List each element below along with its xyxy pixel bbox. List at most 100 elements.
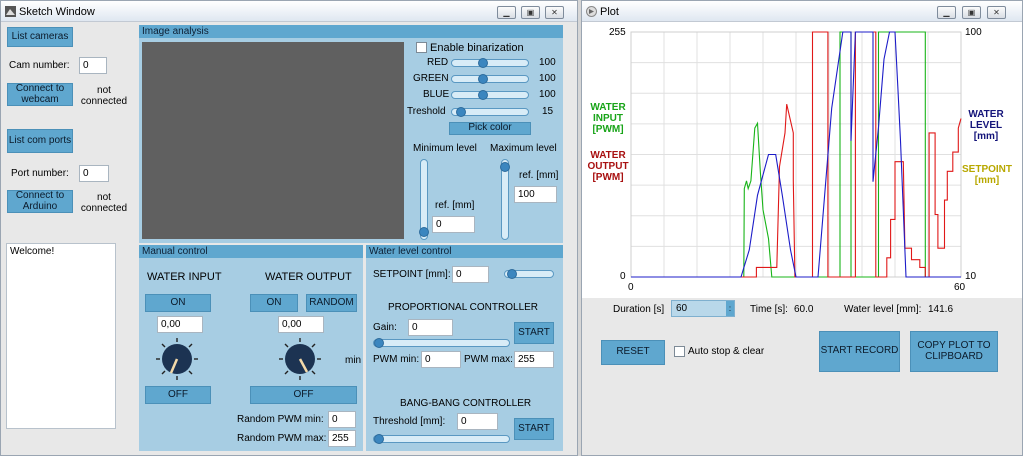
plot-titlebar[interactable]: Plot ▁ ▣ ✕ bbox=[582, 1, 1022, 22]
time-value: 60.0 bbox=[794, 304, 814, 315]
threshold-slider[interactable] bbox=[451, 107, 529, 117]
pwm-max-input[interactable]: 255 bbox=[514, 351, 554, 368]
red-slider-knob[interactable] bbox=[478, 58, 489, 68]
log-textarea[interactable]: Welcome! bbox=[6, 243, 116, 429]
gain-slider[interactable] bbox=[373, 338, 510, 348]
list-com-ports-button[interactable]: List com ports bbox=[7, 129, 73, 153]
water-output-knob[interactable] bbox=[278, 337, 322, 381]
bang-bang-start-button[interactable]: START bbox=[514, 418, 554, 440]
water-level-label: Water level [mm]: bbox=[844, 304, 922, 315]
gain-input[interactable]: 0 bbox=[408, 319, 453, 336]
red-value: 100 bbox=[539, 57, 556, 68]
manual-control-header: Manual control bbox=[139, 245, 363, 258]
copy-plot-button[interactable]: COPY PLOT TO CLIPBOARD bbox=[910, 331, 998, 372]
y-left-bottom-label: 0 bbox=[620, 271, 626, 282]
camera-preview bbox=[142, 42, 404, 239]
min-level-slider[interactable] bbox=[419, 159, 429, 240]
threshold-mm-slider[interactable] bbox=[373, 434, 510, 444]
water-level-value: 141.6 bbox=[928, 304, 954, 315]
proportional-controller-title: PROPORTIONAL CONTROLLER bbox=[388, 302, 539, 313]
x-left-label: 0 bbox=[628, 282, 634, 293]
bang-bang-controller-title: BANG-BANG CONTROLLER bbox=[400, 398, 532, 409]
duration-spin-icon[interactable]: : bbox=[726, 301, 734, 316]
ref-min-label: ref. [mm] bbox=[435, 200, 475, 211]
enable-binarization-label: Enable binarization bbox=[430, 42, 524, 54]
image-analysis-panel: Image analysis Enable binarization RED 1… bbox=[139, 25, 563, 243]
y-left-top-label: 255 bbox=[609, 27, 626, 38]
pick-color-button[interactable]: Pick color bbox=[449, 122, 531, 135]
random-pwm-max-input[interactable]: 255 bbox=[328, 430, 356, 447]
gain-slider-knob[interactable] bbox=[374, 338, 384, 348]
cam-number-label: Cam number: bbox=[9, 60, 70, 71]
blue-slider-knob[interactable] bbox=[478, 90, 489, 100]
minimize-button[interactable]: ▁ bbox=[497, 6, 516, 19]
start-record-button[interactable]: START RECORD bbox=[819, 331, 900, 372]
threshold-slider-knob[interactable] bbox=[455, 107, 466, 117]
water-output-label: WATER OUTPUT bbox=[265, 271, 352, 283]
water-input-on-button[interactable]: ON bbox=[145, 294, 211, 312]
green-value: 100 bbox=[539, 73, 556, 84]
random-pwm-min-label: Random PWM min: bbox=[237, 414, 324, 425]
manual-control-panel: Manual control WATER INPUT WATER OUTPUT … bbox=[139, 245, 363, 451]
green-slider[interactable] bbox=[451, 74, 529, 84]
sketch-titlebar[interactable]: Sketch Window ▁ ▣ ✕ bbox=[1, 1, 577, 22]
water-output-value[interactable]: 0,00 bbox=[278, 316, 324, 333]
plot-close-button[interactable]: ✕ bbox=[987, 6, 1006, 19]
cam-number-input[interactable]: 0 bbox=[79, 57, 107, 74]
setpoint-input[interactable]: 0 bbox=[452, 266, 489, 283]
app-icon bbox=[5, 6, 16, 17]
y-right-bottom-label: 10 bbox=[965, 271, 977, 282]
water-output-on-button[interactable]: ON bbox=[250, 294, 298, 312]
legend-water-level: WATER LEVEL [mm] bbox=[968, 109, 1004, 142]
connect-arduino-button[interactable]: Connect to Arduino bbox=[7, 190, 73, 213]
auto-stop-checkbox[interactable] bbox=[674, 346, 685, 357]
threshold-value: 15 bbox=[542, 106, 554, 117]
duration-field[interactable]: 60 : bbox=[671, 300, 735, 317]
close-button[interactable]: ✕ bbox=[545, 6, 564, 19]
green-slider-knob[interactable] bbox=[478, 74, 489, 84]
time-label: Time [s]: bbox=[750, 304, 788, 315]
blue-label: BLUE bbox=[423, 89, 450, 100]
arduino-status: not connected bbox=[80, 192, 128, 214]
y-right-top-label: 100 bbox=[965, 27, 982, 38]
red-slider[interactable] bbox=[451, 58, 529, 68]
water-input-off-button[interactable]: OFF bbox=[145, 386, 211, 404]
water-level-control-panel: Water level control SETPOINT [mm]: 0 PRO… bbox=[366, 245, 563, 451]
list-cameras-button[interactable]: List cameras bbox=[7, 27, 73, 47]
reset-button[interactable]: RESET bbox=[601, 340, 665, 365]
water-output-off-button[interactable]: OFF bbox=[250, 386, 357, 404]
duration-value: 60 bbox=[676, 303, 688, 314]
blue-slider[interactable] bbox=[451, 90, 529, 100]
enable-binarization-checkbox[interactable] bbox=[416, 42, 427, 53]
setpoint-slider[interactable] bbox=[504, 269, 554, 279]
threshold-mm-slider-knob[interactable] bbox=[374, 434, 384, 444]
ref-max-label: ref. [mm] bbox=[519, 170, 559, 181]
pwm-min-label: PWM min: bbox=[373, 354, 420, 365]
setpoint-slider-knob[interactable] bbox=[507, 269, 517, 279]
random-pwm-max-label: Random PWM max: bbox=[237, 433, 327, 444]
window-title: Sketch Window bbox=[19, 6, 95, 18]
plot-window-title: Plot bbox=[600, 6, 619, 18]
max-level-slider[interactable] bbox=[500, 159, 510, 240]
ref-max-input[interactable]: 100 bbox=[514, 186, 557, 203]
ref-min-input[interactable]: 0 bbox=[432, 216, 475, 233]
random-pwm-min-input[interactable]: 0 bbox=[328, 411, 356, 428]
plot-chart bbox=[630, 31, 962, 278]
maximize-button[interactable]: ▣ bbox=[521, 6, 540, 19]
connect-webcam-button[interactable]: Connect to webcam bbox=[7, 83, 73, 106]
water-input-knob[interactable] bbox=[155, 337, 199, 381]
proportional-start-button[interactable]: START bbox=[514, 322, 554, 344]
red-label: RED bbox=[427, 57, 449, 68]
threshold-mm-label: Threshold [mm]: bbox=[373, 416, 446, 427]
water-input-value[interactable]: 0,00 bbox=[157, 316, 203, 333]
legend-water-output: WATER OUTPUT [PWM] bbox=[587, 150, 629, 183]
max-level-slider-knob[interactable] bbox=[500, 162, 510, 172]
plot-maximize-button[interactable]: ▣ bbox=[962, 6, 981, 19]
threshold-mm-input[interactable]: 0 bbox=[457, 413, 498, 430]
plot-minimize-button[interactable]: ▁ bbox=[937, 6, 956, 19]
port-number-input[interactable]: 0 bbox=[79, 165, 109, 182]
pwm-min-input[interactable]: 0 bbox=[421, 351, 461, 368]
random-button[interactable]: RANDOM bbox=[306, 294, 357, 312]
min-level-slider-knob[interactable] bbox=[419, 227, 429, 237]
legend-water-input: WATER INPUT [PWM] bbox=[590, 102, 626, 135]
